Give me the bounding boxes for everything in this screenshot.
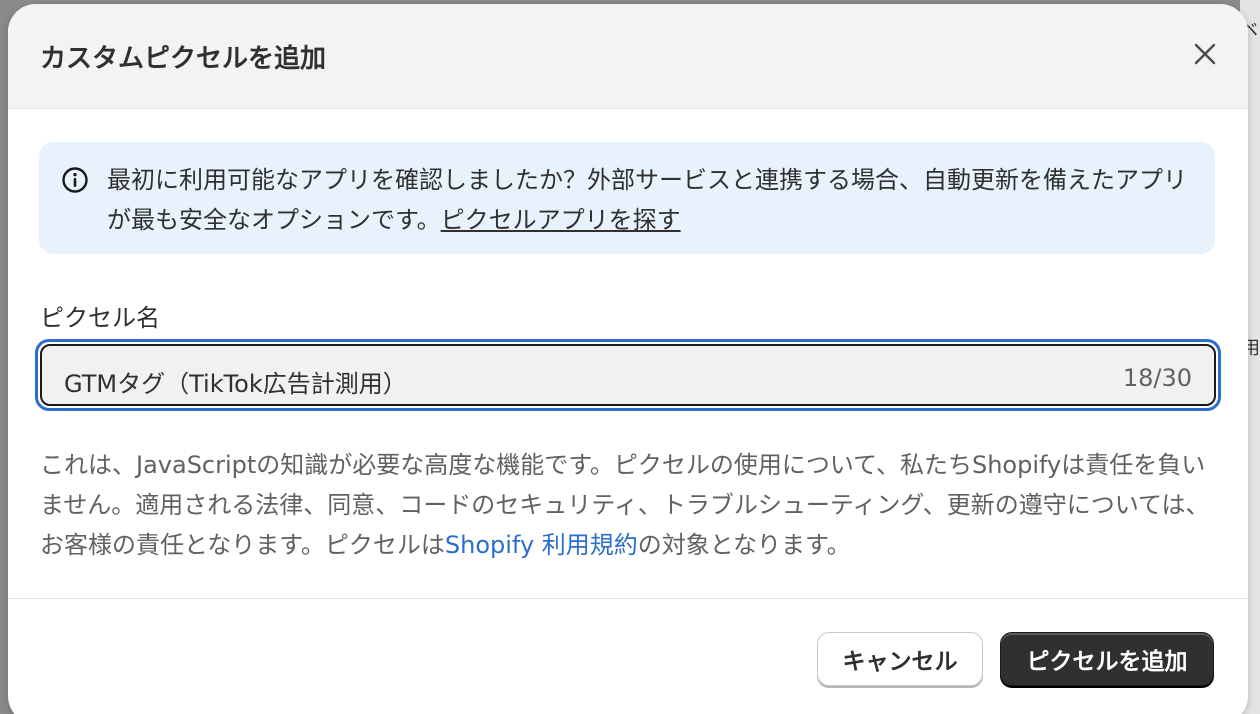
pixel-name-input[interactable]: GTMタグ（TikTok広告計測用） 18/30 — [40, 344, 1216, 406]
banner-text: 最初に利用可能なアプリを確認しましたか？外部サービスと連携する場合、自動更新を備… — [107, 160, 1207, 240]
pixel-name-value: GTMタグ（TikTok広告計測用） — [64, 370, 407, 398]
close-icon — [1194, 43, 1216, 65]
shopify-terms-link[interactable]: Shopify 利用規約 — [445, 531, 638, 559]
find-pixel-apps-link[interactable]: ピクセルアプリを探す — [441, 206, 681, 234]
cancel-button[interactable]: キャンセル — [817, 632, 983, 686]
add-pixel-button[interactable]: ピクセルを追加 — [1000, 632, 1214, 686]
footer-divider — [8, 598, 1248, 599]
pixel-name-focus-ring: GTMタグ（TikTok広告計測用） 18/30 — [35, 339, 1221, 411]
info-banner: 最初に利用可能なアプリを確認しましたか？外部サービスと連携する場合、自動更新を備… — [39, 142, 1215, 254]
modal-header: カスタムピクセルを追加 — [8, 4, 1248, 109]
close-button[interactable] — [1188, 37, 1222, 71]
pixel-name-label: ピクセル名 — [40, 304, 160, 332]
modal-title: カスタムピクセルを追加 — [40, 44, 327, 74]
character-counter: 18/30 — [1122, 364, 1192, 392]
help-text-tail: の対象となります。 — [637, 531, 851, 559]
add-custom-pixel-modal: カスタムピクセルを追加 最初に利用可能なアプリを確認しましたか？外部サービスと連… — [8, 4, 1248, 714]
help-text: これは、JavaScriptの知識が必要な高度な機能です。ピクセルの使用について… — [40, 445, 1220, 565]
info-icon — [62, 167, 88, 193]
